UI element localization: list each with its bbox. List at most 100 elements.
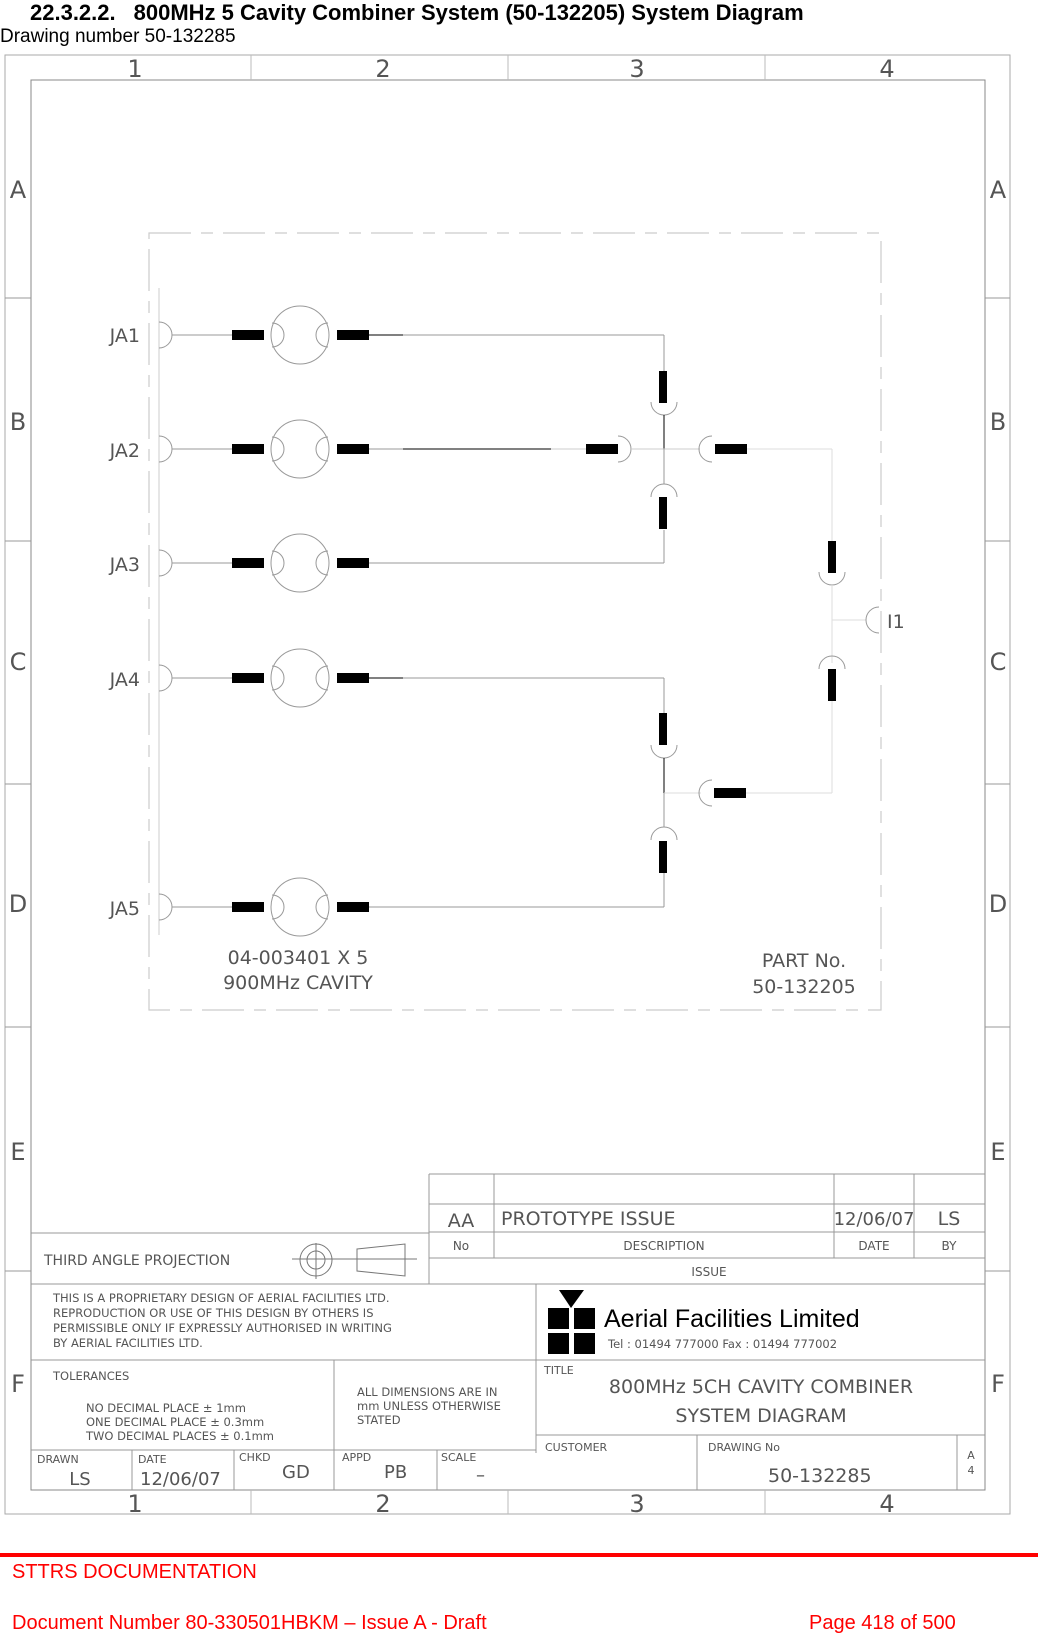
port-arc (650, 483, 678, 498)
chkd-label: CHKD (239, 1451, 271, 1464)
appd-value: PB (384, 1462, 407, 1483)
grid-row-label: E (10, 1138, 25, 1166)
cavity-icon (270, 533, 330, 593)
grid-row-label: A (10, 176, 27, 204)
rev-date: 12/06/07 (834, 1209, 915, 1230)
drawing-caption: Drawing number 50-132285 (0, 26, 236, 47)
port-arc (271, 550, 285, 576)
tolerance-line: TWO DECIMAL PLACES ± 0.1mm (85, 1429, 274, 1443)
connector (232, 330, 264, 340)
grid-row-label: C (10, 648, 27, 676)
cavity-icon (270, 877, 330, 937)
inner-frame (30, 79, 986, 1491)
tolerance-line: NO DECIMAL PLACE ± 1mm (86, 1401, 246, 1415)
section-heading: 22.3.2.2. 800MHz 5 Cavity Combiner System… (30, 0, 804, 26)
rev-no: AA (448, 1210, 475, 1232)
proprietary-line: BY AERIAL FACILITIES LTD. (53, 1336, 203, 1350)
port-arc (650, 401, 678, 416)
connector (337, 330, 369, 340)
cavity-note-line1: 04-003401 X 5 (228, 947, 369, 969)
port-arc (865, 606, 880, 634)
connector (586, 444, 618, 454)
date-label: DATE (138, 1453, 167, 1466)
connector (232, 558, 264, 568)
drawing-title-line2: SYSTEM DIAGRAM (675, 1405, 846, 1427)
footer-title: STTRS DOCUMENTATION (12, 1561, 257, 1583)
part-boundary (148, 232, 882, 1011)
port-arc (158, 435, 173, 463)
customer-label: CUSTOMER (545, 1441, 608, 1454)
date-value: 12/06/07 (140, 1469, 221, 1490)
port-arc (315, 550, 329, 576)
proprietary-line: THIS IS A PROPRIETARY DESIGN OF AERIAL F… (52, 1291, 390, 1305)
connector (828, 669, 836, 701)
sheet-size-number: 4 (968, 1464, 975, 1477)
footer-rule (0, 1553, 1038, 1557)
drawing-title-line1: 800MHz 5CH CAVITY COMBINER (609, 1376, 913, 1398)
section-number: 22.3.2.2. (30, 0, 116, 25)
tolerance-line: ONE DECIMAL PLACE ± 0.3mm (86, 1415, 264, 1429)
cavity-icon (270, 419, 330, 479)
connector (714, 788, 746, 798)
dimensions-note: STATED (357, 1413, 401, 1427)
port-arc (158, 893, 173, 921)
connector (715, 444, 747, 454)
connector (232, 902, 264, 912)
grid-row-label: A (990, 176, 1007, 204)
drawing-no-label: DRAWING No (708, 1441, 780, 1454)
grid-col-label: 2 (375, 1490, 390, 1518)
port-arc (158, 664, 173, 692)
schematic (158, 288, 880, 937)
system-diagram: 1 2 3 4 1 2 3 4 A B C D E F A B C D E F … (4, 54, 1011, 1518)
grid-col-label: 3 (629, 55, 644, 83)
grid-row-label: C (990, 648, 1007, 676)
drawn-value: LS (69, 1469, 90, 1490)
rev-description: PROTOTYPE ISSUE (501, 1208, 676, 1230)
drawn-label: DRAWN (37, 1453, 79, 1466)
scale-label: SCALE (441, 1451, 476, 1464)
company-logo-icon (548, 1290, 595, 1354)
footer-page-number: Page 418 of 500 (809, 1612, 956, 1634)
connector (337, 444, 369, 454)
grid-row-label: D (9, 890, 27, 918)
port-arc (271, 436, 285, 462)
title-label: TITLE (543, 1364, 574, 1377)
input-label-ja3: JA3 (109, 554, 140, 576)
rev-header-no: No (453, 1239, 469, 1253)
port-arc (271, 894, 285, 920)
cavity-icon (270, 648, 330, 708)
port-arc (158, 321, 173, 349)
grid-row-dividers (5, 297, 1010, 1272)
port-arc (315, 436, 329, 462)
connector (828, 541, 836, 573)
input-label-ja5: JA5 (109, 898, 140, 920)
connector (232, 673, 264, 683)
appd-label: APPD (342, 1451, 371, 1464)
rev-header-date: DATE (858, 1239, 889, 1253)
grid-row-label: B (10, 408, 26, 436)
connector (232, 444, 264, 454)
cavity-note-line2: 900MHz CAVITY (223, 972, 373, 994)
port-arc (617, 435, 632, 463)
grid-col-label: 3 (629, 1490, 644, 1518)
dimensions-note: mm UNLESS OTHERWISE (357, 1399, 501, 1413)
part-note-line1: PART No. (762, 950, 846, 972)
sheet-size-letter: A (967, 1449, 975, 1462)
grid-row-label: E (990, 1138, 1005, 1166)
port-arc (315, 894, 329, 920)
footer-document-number: Document Number 80-330501HBKM – Issue A … (12, 1612, 487, 1634)
connector (337, 558, 369, 568)
port-arc (271, 665, 285, 691)
dimensions-note: ALL DIMENSIONS ARE IN (357, 1385, 497, 1399)
connector (659, 371, 667, 403)
port-arc (315, 322, 329, 348)
drawing-no-value: 50-132285 (768, 1465, 872, 1487)
rev-footer-issue: ISSUE (691, 1265, 726, 1279)
proprietary-line: PERMISSIBLE ONLY IF EXPRESSLY AUTHORISED… (53, 1321, 392, 1335)
scale-value: – (476, 1465, 485, 1486)
grid-row-label: D (989, 890, 1007, 918)
projection-label: THIRD ANGLE PROJECTION (43, 1253, 230, 1269)
third-angle-projection-icon (292, 1243, 417, 1279)
connector (659, 841, 667, 873)
company-contact: Tel : 01494 777000 Fax : 01494 777002 (607, 1337, 837, 1351)
